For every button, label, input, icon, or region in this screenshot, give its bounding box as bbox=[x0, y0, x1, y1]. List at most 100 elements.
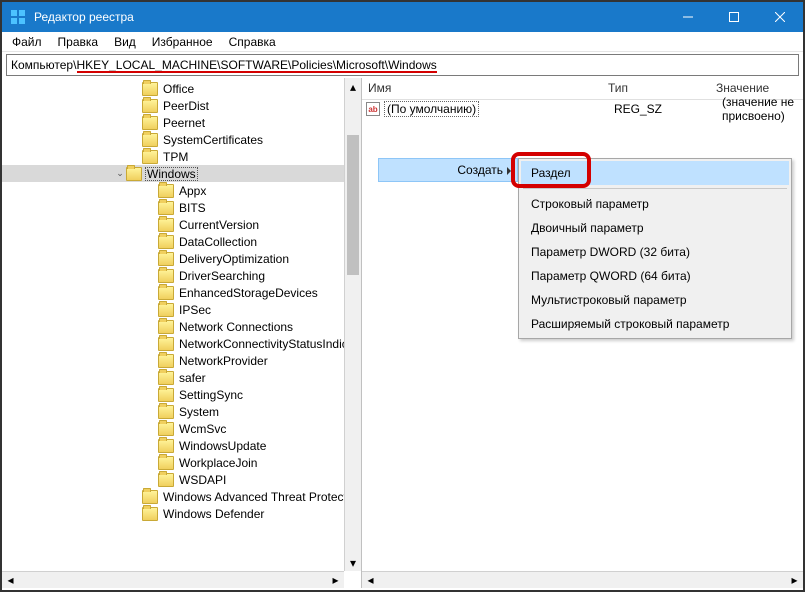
tree-item-label: NetworkProvider bbox=[177, 354, 270, 368]
tree-item[interactable]: SettingSync bbox=[2, 386, 361, 403]
maximize-button[interactable] bbox=[711, 2, 757, 32]
folder-icon bbox=[158, 456, 174, 470]
submenu-item[interactable]: Параметр DWORD (32 бита) bbox=[521, 240, 789, 264]
value-type: REG_SZ bbox=[614, 102, 722, 116]
tree-item[interactable]: WSDAPI bbox=[2, 471, 361, 488]
tree-item[interactable]: NetworkConnectivityStatusIndic bbox=[2, 335, 361, 352]
tree-item[interactable]: WcmSvc bbox=[2, 420, 361, 437]
col-name[interactable]: Имя bbox=[362, 78, 602, 99]
titlebar[interactable]: Редактор реестра bbox=[2, 2, 803, 32]
menu-help[interactable]: Справка bbox=[221, 33, 284, 51]
folder-icon bbox=[158, 422, 174, 436]
col-type[interactable]: Тип bbox=[602, 78, 710, 99]
scroll-down-icon[interactable]: ▾ bbox=[345, 554, 361, 571]
tree-item-label: WindowsUpdate bbox=[177, 439, 268, 453]
folder-icon bbox=[158, 354, 174, 368]
context-menu-label: Создать bbox=[457, 163, 503, 177]
tree-item-label: WcmSvc bbox=[177, 422, 228, 436]
menu-separator bbox=[523, 188, 787, 189]
tree-item[interactable]: CurrentVersion bbox=[2, 216, 361, 233]
submenu-item[interactable]: Расширяемый строковый параметр bbox=[521, 312, 789, 336]
folder-icon bbox=[158, 252, 174, 266]
submenu-item[interactable]: Двоичный параметр bbox=[521, 216, 789, 240]
tree-item[interactable]: DriverSearching bbox=[2, 267, 361, 284]
tree-item[interactable]: ⌄ Windows bbox=[2, 165, 361, 182]
tree-item-label: Windows Advanced Threat Protectio bbox=[161, 490, 358, 504]
folder-icon bbox=[158, 269, 174, 283]
tree-item-label: Windows Defender bbox=[161, 507, 266, 521]
submenu-item[interactable]: Раздел bbox=[521, 161, 789, 185]
folder-icon bbox=[126, 167, 142, 181]
scroll-right-icon[interactable]: ▸ bbox=[327, 572, 344, 588]
tree-item-label: WSDAPI bbox=[177, 473, 228, 487]
minimize-button[interactable] bbox=[665, 2, 711, 32]
tree-scrollbar-vertical[interactable]: ▴ ▾ bbox=[344, 78, 361, 571]
tree-item-label: NetworkConnectivityStatusIndic bbox=[177, 337, 350, 351]
folder-icon bbox=[142, 490, 158, 504]
tree-item-label: TPM bbox=[161, 150, 190, 164]
folder-icon bbox=[142, 116, 158, 130]
tree-item[interactable]: Appx bbox=[2, 182, 361, 199]
menubar: Файл Правка Вид Избранное Справка bbox=[2, 32, 803, 52]
tree-item[interactable]: TPM bbox=[2, 148, 361, 165]
scroll-up-icon[interactable]: ▴ bbox=[345, 78, 361, 95]
tree-item-label: DataCollection bbox=[177, 235, 259, 249]
list-scrollbar-horizontal[interactable]: ◂ ▸ bbox=[362, 571, 803, 588]
tree-item[interactable]: DataCollection bbox=[2, 233, 361, 250]
tree-item-label: BITS bbox=[177, 201, 208, 215]
tree-item[interactable]: WorkplaceJoin bbox=[2, 454, 361, 471]
tree-item[interactable]: IPSec bbox=[2, 301, 361, 318]
tree-item[interactable]: Office bbox=[2, 80, 361, 97]
tree-item[interactable]: PeerDist bbox=[2, 97, 361, 114]
tree-item[interactable]: Network Connections bbox=[2, 318, 361, 335]
tree-scrollbar-horizontal[interactable]: ◂ ▸ bbox=[2, 571, 344, 588]
menu-favorites[interactable]: Избранное bbox=[144, 33, 221, 51]
scroll-thumb[interactable] bbox=[347, 135, 359, 275]
folder-icon bbox=[142, 133, 158, 147]
scroll-left-icon[interactable]: ◂ bbox=[362, 572, 379, 588]
tree-item-label: PeerDist bbox=[161, 99, 211, 113]
tree-item-label: Network Connections bbox=[177, 320, 295, 334]
folder-icon bbox=[158, 473, 174, 487]
tree-item-label: IPSec bbox=[177, 303, 213, 317]
context-menu-create[interactable]: Создать bbox=[378, 158, 518, 182]
folder-icon bbox=[158, 320, 174, 334]
tree-item-label: DriverSearching bbox=[177, 269, 267, 283]
tree-item[interactable]: System bbox=[2, 403, 361, 420]
scroll-left-icon[interactable]: ◂ bbox=[2, 572, 19, 588]
tree-item[interactable]: Windows Defender bbox=[2, 505, 361, 522]
tree-item[interactable]: DeliveryOptimization bbox=[2, 250, 361, 267]
reg-sz-icon: ab bbox=[366, 102, 380, 116]
folder-icon bbox=[142, 150, 158, 164]
tree-item[interactable]: NetworkProvider bbox=[2, 352, 361, 369]
chevron-down-icon[interactable]: ⌄ bbox=[114, 168, 126, 179]
submenu-item[interactable]: Параметр QWORD (64 бита) bbox=[521, 264, 789, 288]
tree-item[interactable]: SystemCertificates bbox=[2, 131, 361, 148]
tree-item[interactable]: EnhancedStorageDevices bbox=[2, 284, 361, 301]
close-button[interactable] bbox=[757, 2, 803, 32]
list-item[interactable]: ab (По умолчанию) REG_SZ (значение не пр… bbox=[362, 100, 803, 118]
tree-item[interactable]: Windows Advanced Threat Protectio bbox=[2, 488, 361, 505]
address-bar[interactable]: Компьютер\HKEY_LOCAL_MACHINE\SOFTWARE\Po… bbox=[6, 54, 799, 76]
tree-item[interactable]: Peernet bbox=[2, 114, 361, 131]
tree-item-label: WorkplaceJoin bbox=[177, 456, 259, 470]
folder-icon bbox=[142, 82, 158, 96]
tree-item[interactable]: safer bbox=[2, 369, 361, 386]
scroll-right-icon[interactable]: ▸ bbox=[786, 572, 803, 588]
menu-file[interactable]: Файл bbox=[4, 33, 50, 51]
tree-item-label: EnhancedStorageDevices bbox=[177, 286, 320, 300]
tree-item-label: DeliveryOptimization bbox=[177, 252, 291, 266]
folder-icon bbox=[142, 99, 158, 113]
folder-icon bbox=[142, 507, 158, 521]
tree-item-label: Windows bbox=[145, 167, 198, 181]
menu-edit[interactable]: Правка bbox=[50, 33, 107, 51]
submenu-item[interactable]: Мультистроковый параметр bbox=[521, 288, 789, 312]
address-text: Компьютер\HKEY_LOCAL_MACHINE\SOFTWARE\Po… bbox=[11, 58, 437, 72]
tree-item[interactable]: WindowsUpdate bbox=[2, 437, 361, 454]
menu-view[interactable]: Вид bbox=[106, 33, 144, 51]
tree-item[interactable]: BITS bbox=[2, 199, 361, 216]
folder-icon bbox=[158, 218, 174, 232]
submenu-item[interactable]: Строковый параметр bbox=[521, 192, 789, 216]
folder-icon bbox=[158, 201, 174, 215]
tree-pane[interactable]: Office PeerDistPeernetSystemCertificates T… bbox=[2, 78, 362, 588]
